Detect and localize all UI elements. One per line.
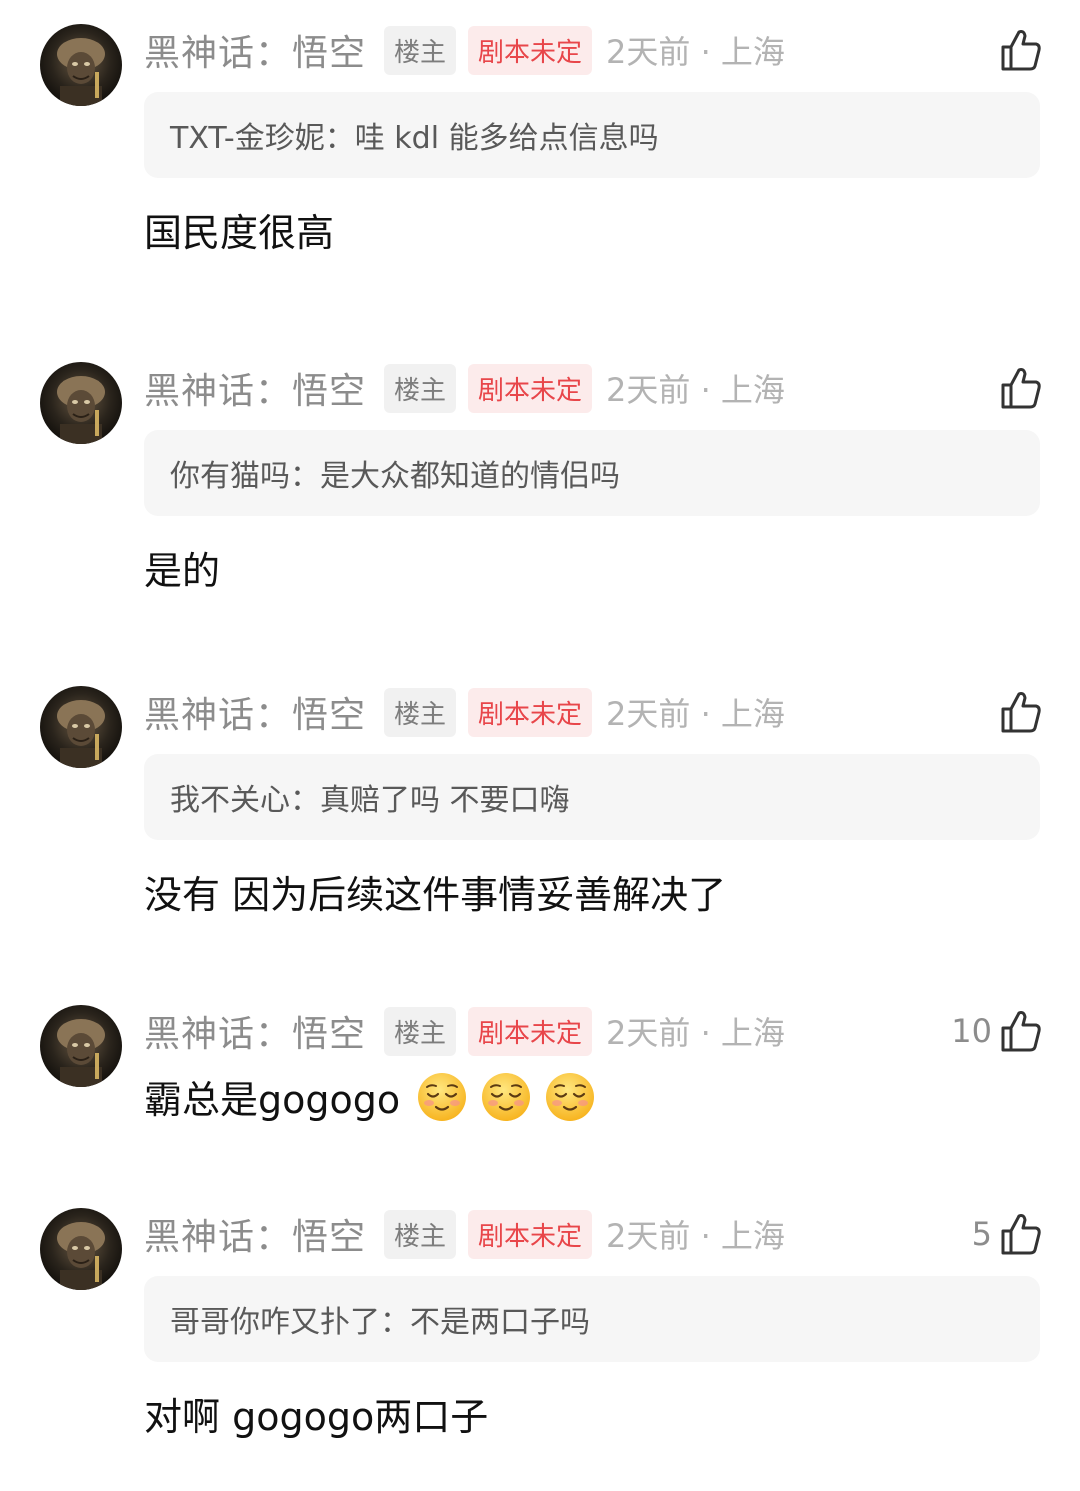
reply-text: 国民度很高	[144, 211, 335, 255]
owner-badge: 楼主	[384, 687, 457, 737]
comment-meta: 黑神话：悟空 楼主 剧本未定 2天前 · 上海	[144, 24, 785, 76]
reply-text: 是的	[144, 549, 221, 593]
username[interactable]: 黑神话：悟空	[144, 362, 366, 414]
relieved-face-emoji	[544, 1071, 596, 1123]
username[interactable]: 黑神话：悟空	[144, 1208, 366, 1260]
thumbs-up-icon	[1000, 28, 1042, 72]
comment-meta: 黑神话：悟空 楼主 剧本未定 2天前 · 上海	[144, 1208, 785, 1260]
like-count: 10	[951, 1012, 992, 1050]
comment-meta: 黑神话：悟空 楼主 剧本未定 2天前 · 上海	[144, 686, 785, 738]
thumbs-up-icon	[1000, 1212, 1042, 1256]
reply-text: 对啊 gogogo两口子	[144, 1395, 489, 1439]
owner-badge: 楼主	[384, 25, 457, 75]
reply-text-content: 霸总是gogogo	[144, 1078, 401, 1122]
timestamp-location: 2天前 · 上海	[606, 33, 785, 71]
like-count: 5	[971, 1215, 992, 1253]
like-button[interactable]	[992, 364, 1042, 412]
flair-badge: 剧本未定	[468, 25, 593, 75]
user-avatar[interactable]	[40, 1005, 122, 1087]
user-avatar[interactable]	[40, 1208, 122, 1290]
user-avatar[interactable]	[40, 24, 122, 106]
quoted-comment[interactable]: 你有猫吗：是大众都知道的情侣吗	[144, 430, 1040, 516]
quoted-comment[interactable]: 我不关心：真赔了吗 不要口嗨	[144, 754, 1040, 840]
timestamp-location: 2天前 · 上海	[606, 1014, 785, 1052]
thumbs-up-icon	[1000, 366, 1042, 410]
like-button[interactable]: 10	[951, 1007, 1042, 1055]
user-avatar[interactable]	[40, 362, 122, 444]
quoted-comment[interactable]: 哥哥你咋又扑了：不是两口子吗	[144, 1276, 1040, 1362]
relieved-face-emoji	[480, 1071, 532, 1123]
comment-meta: 黑神话：悟空 楼主 剧本未定 2天前 · 上海	[144, 1005, 785, 1057]
timestamp-location: 2天前 · 上海	[606, 1217, 785, 1255]
like-button[interactable]	[992, 688, 1042, 736]
comment-meta: 黑神话：悟空 楼主 剧本未定 2天前 · 上海	[144, 362, 785, 414]
flair-badge: 剧本未定	[468, 1006, 593, 1056]
owner-badge: 楼主	[384, 1006, 457, 1056]
relieved-face-emoji	[416, 1071, 468, 1123]
user-avatar[interactable]	[40, 686, 122, 768]
reply-text: 霸总是gogogo	[144, 1069, 596, 1124]
reply-text: 没有 因为后续这件事情妥善解决了	[144, 873, 727, 917]
flair-badge: 剧本未定	[468, 363, 593, 413]
flair-badge: 剧本未定	[468, 1209, 593, 1259]
like-button[interactable]: 5	[972, 1210, 1042, 1258]
thumbs-up-icon	[1000, 690, 1042, 734]
flair-badge: 剧本未定	[468, 687, 593, 737]
username[interactable]: 黑神话：悟空	[144, 686, 366, 738]
owner-badge: 楼主	[384, 363, 457, 413]
timestamp-location: 2天前 · 上海	[606, 695, 785, 733]
username[interactable]: 黑神话：悟空	[144, 1005, 366, 1057]
quoted-comment[interactable]: TXT-金珍妮：哇 kdl 能多给点信息吗	[144, 92, 1040, 178]
like-button[interactable]	[992, 26, 1042, 74]
owner-badge: 楼主	[384, 1209, 457, 1259]
thumbs-up-icon	[1000, 1009, 1042, 1053]
timestamp-location: 2天前 · 上海	[606, 371, 785, 409]
username[interactable]: 黑神话：悟空	[144, 24, 366, 76]
